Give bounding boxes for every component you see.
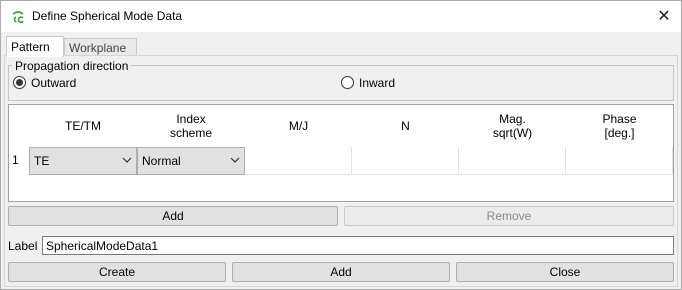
close-glyph: ✕ (657, 8, 671, 25)
te-tm-select-value: TE (34, 154, 50, 168)
index-scheme-select[interactable]: Normal (137, 147, 245, 175)
add-button[interactable]: Add (232, 262, 450, 282)
tab-workplane[interactable]: Workplane (64, 38, 137, 56)
header-phase[interactable]: Phase [deg.] (566, 105, 673, 146)
table-add-button-label: Add (162, 209, 184, 223)
add-button-label: Add (330, 265, 352, 279)
te-tm-select[interactable]: TE (29, 147, 137, 175)
row-number: 1 (12, 153, 19, 167)
close-button[interactable]: Close (456, 262, 674, 282)
mode-table: TE/TM Index scheme M/J N Mag. sqrt(W) Ph… (8, 104, 674, 202)
propagation-group-label: Propagation direction (12, 59, 132, 73)
chevron-down-icon (230, 157, 240, 163)
header-mj[interactable]: M/J (245, 105, 352, 146)
header-mag-label: Mag. sqrt(W) (492, 111, 533, 140)
close-icon[interactable]: ✕ (651, 5, 677, 27)
inward-radio-label[interactable]: Inward (359, 76, 395, 90)
remove-button[interactable]: Remove (344, 206, 674, 226)
chevron-down-icon (122, 157, 132, 163)
label-caption: Label (8, 239, 38, 253)
table-add-button[interactable]: Add (8, 206, 338, 226)
n-cell[interactable] (352, 147, 459, 175)
header-n[interactable]: N (352, 105, 459, 146)
phase-cell[interactable] (566, 147, 673, 175)
header-phase-label: Phase [deg.] (602, 111, 637, 140)
remove-button-label: Remove (486, 209, 532, 223)
title-bar: Define Spherical Mode Data ✕ (1, 1, 681, 32)
tab-pattern[interactable]: Pattern (6, 36, 64, 57)
label-input[interactable] (42, 236, 674, 255)
header-index-scheme-label: Index scheme (169, 111, 213, 140)
create-button-label: Create (98, 265, 136, 279)
index-scheme-select-value: Normal (142, 154, 181, 168)
cst-logo-icon (12, 11, 24, 24)
tab-pattern-label: Pattern (11, 40, 50, 54)
header-te-tm-label: TE/TM (65, 118, 101, 133)
mj-cell[interactable] (245, 147, 352, 175)
create-button[interactable]: Create (8, 262, 226, 282)
header-n-label: N (401, 118, 410, 133)
header-te-tm[interactable]: TE/TM (29, 105, 137, 146)
header-mag[interactable]: Mag. sqrt(W) (459, 105, 566, 146)
tab-workplane-label: Workplane (69, 41, 127, 55)
close-button-label: Close (549, 265, 581, 279)
outward-radio-label[interactable]: Outward (31, 76, 76, 90)
window-title: Define Spherical Mode Data (32, 9, 183, 23)
inward-radio[interactable] (341, 76, 354, 89)
outward-radio[interactable] (13, 76, 26, 89)
header-mj-label: M/J (288, 118, 309, 133)
header-index-scheme[interactable]: Index scheme (137, 105, 245, 146)
mag-cell[interactable] (459, 147, 566, 175)
